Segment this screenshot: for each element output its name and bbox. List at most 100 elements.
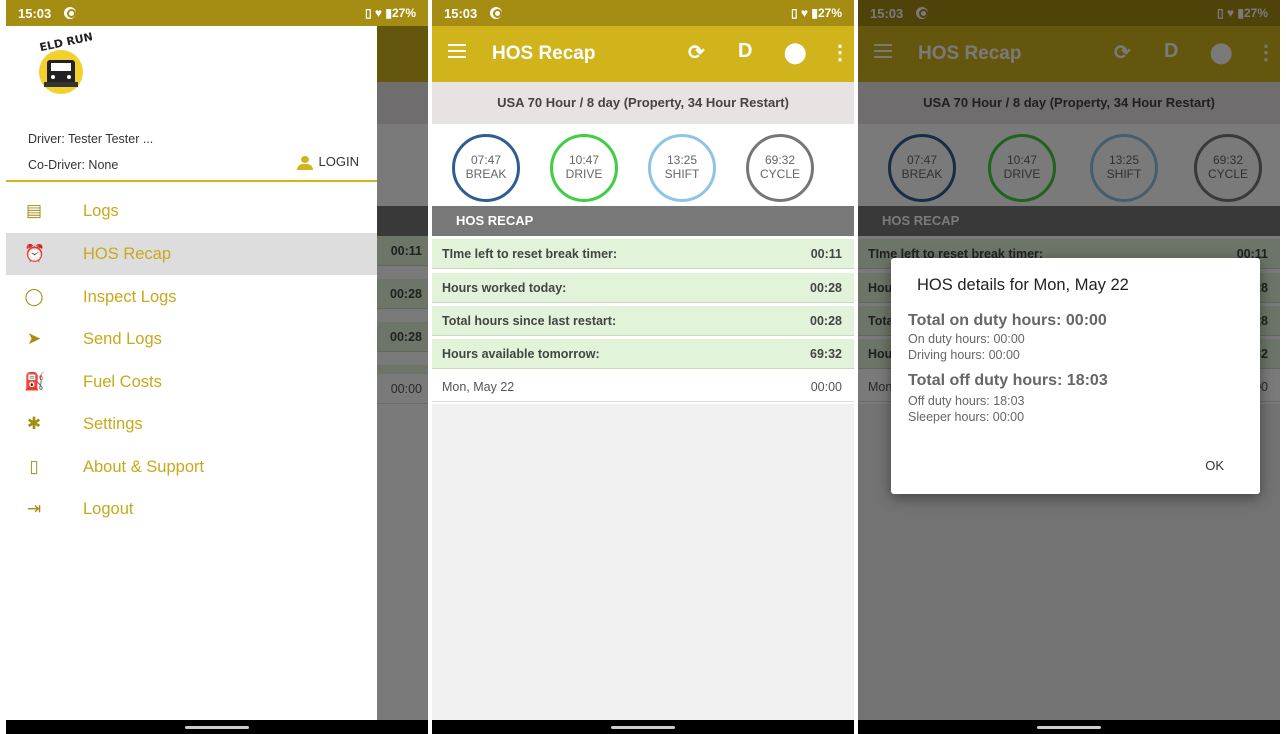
fuel-icon: ⛽ [24, 372, 46, 391]
ok-button[interactable]: OK [1205, 458, 1224, 473]
drive-clock: 10:47DRIVE [550, 134, 618, 202]
inspect-icon: ◯ [24, 287, 44, 306]
row-value: 69:32 [810, 347, 842, 361]
vibrate-icon: ▯ [790, 6, 798, 20]
home-handle[interactable] [1037, 726, 1101, 729]
send-icon: ➤ [26, 329, 42, 348]
person-icon [296, 155, 313, 170]
clock-label: DRIVE [565, 167, 603, 181]
dialog-title: HOS details for Mon, May 22 [917, 276, 1129, 294]
gesture-nav-bar [858, 720, 1280, 734]
drawer-item-label: Logout [83, 500, 134, 518]
gear-icon: ✱ [26, 414, 42, 433]
clock-value: 69:32 [764, 153, 796, 167]
phone-dialog-screen: 15:03 ▯ ♥ ▮27% HOS Recap ⟳ D ⬤ ⋮ USA 70 … [858, 0, 1280, 734]
navigation-drawer: ELD RUN Driver: Tester Tester ... Co-Dri… [6, 26, 377, 720]
wifi-icon: ♥ [374, 6, 383, 20]
table-row[interactable]: TIme left to reset break timer: 00:11 [432, 239, 854, 269]
break-clock: 07:47BREAK [452, 134, 520, 202]
off-duty-hours: Off duty hours: 18:03 [908, 394, 1025, 408]
drawer-item-label: Logs [83, 202, 119, 220]
app-bar: HOS Recap ⟳ D ⬤ ⋮ [432, 26, 854, 82]
clock-label: BREAK [465, 167, 507, 181]
list-icon: ▤ [25, 201, 43, 220]
login-label: LOGIN [318, 154, 359, 169]
status-bar: 15:03 ▯ ♥ ▮27% [432, 0, 854, 26]
scrim[interactable] [377, 0, 428, 720]
drawer-item-about-support[interactable]: ▯ About & Support [6, 446, 377, 488]
drawer-item-hos-recap[interactable]: ⏰ HOS Recap [6, 233, 377, 275]
driving-hours: Driving hours: 00:00 [908, 348, 1020, 362]
drawer-item-label: About & Support [83, 458, 205, 476]
sync-icon[interactable]: ⟳ [688, 40, 705, 65]
on-duty-hours: On duty hours: 00:00 [908, 332, 1025, 346]
status-right: ▯ ♥ ▮27% [791, 6, 842, 20]
drawer-item-logs[interactable]: ▤ Logs [6, 190, 377, 232]
battery-icon: ▮ [385, 6, 392, 20]
row-value: 00:11 [810, 247, 842, 261]
home-handle[interactable] [185, 726, 249, 729]
more-vert-icon[interactable]: ⋮ [830, 40, 850, 65]
cycle-clock: 69:32CYCLE [746, 134, 814, 202]
clock-value: 07:47 [470, 153, 502, 167]
table-row[interactable]: Hours worked today: 00:28 [432, 273, 854, 303]
drawer-item-label: Inspect Logs [83, 288, 177, 306]
wifi-icon: ♥ [800, 6, 809, 20]
total-on-duty: Total on duty hours: 00:00 [908, 312, 1107, 329]
logout-icon: ⇥ [26, 499, 42, 518]
gesture-nav-bar [6, 720, 428, 734]
parking-icon [64, 7, 76, 19]
drawer-item-settings[interactable]: ✱ Settings [6, 403, 377, 445]
drawer-item-label: HOS Recap [83, 245, 172, 263]
clock-label: SHIFT [664, 167, 700, 181]
login-button[interactable]: LOGIN [296, 154, 359, 170]
row-value: 00:28 [810, 314, 842, 328]
battery-icon: ▮ [811, 6, 818, 20]
day-row[interactable]: Mon, May 22 00:00 [432, 372, 854, 402]
drawer-divider [6, 180, 377, 182]
alarm-icon: ⏰ [24, 244, 46, 263]
drawer-item-fuel-costs[interactable]: ⛽ Fuel Costs [6, 361, 377, 403]
status-bar: 15:03 ▯ ♥ ▮27% [6, 0, 428, 26]
shift-clock: 13:25SHIFT [648, 134, 716, 202]
vibrate-icon: ▯ [364, 6, 372, 20]
row-value: 00:28 [810, 281, 842, 295]
drawer-item-send-logs[interactable]: ➤ Send Logs [6, 318, 377, 360]
gesture-nav-bar [432, 720, 854, 734]
row-value: 00:00 [810, 380, 842, 394]
clocks-panel: 07:47BREAK 10:47DRIVE 13:25SHIFT 69:32CY… [432, 124, 854, 206]
sleeper-hours: Sleeper hours: 00:00 [908, 410, 1025, 424]
table-row[interactable]: Total hours since last restart: 00:28 [432, 306, 854, 336]
clock-label: CYCLE [759, 167, 800, 181]
total-off-duty: Total off duty hours: 18:03 [908, 372, 1108, 389]
driver-name: Driver: Tester Tester ... [28, 132, 154, 146]
row-label: Mon, May 22 [442, 380, 515, 394]
row-label: TIme left to reset break timer: [442, 247, 618, 261]
duty-status-button[interactable]: D [738, 40, 752, 63]
status-right: ▯ ♥ ▮27% [365, 6, 416, 20]
phone-icon: ▯ [29, 457, 39, 476]
menu-icon[interactable] [448, 44, 466, 58]
status-time: 15:03 [18, 6, 52, 21]
eld-run-logo: ELD RUN [38, 30, 92, 94]
table-row[interactable]: Hours available tomorrow: 69:32 [432, 339, 854, 369]
location-pin-icon[interactable]: ⬤ [784, 40, 806, 65]
codriver-name: Co-Driver: None [28, 158, 119, 172]
row-label: Hours worked today: [442, 281, 567, 295]
row-label: Total hours since last restart: [442, 314, 617, 328]
drawer-item-label: Settings [83, 415, 143, 433]
drawer-item-inspect-logs[interactable]: ◯ Inspect Logs [6, 276, 377, 318]
battery-percent: 27% [817, 6, 842, 20]
ruleset-label: USA 70 Hour / 8 day (Property, 34 Hour R… [432, 82, 854, 124]
row-label: Hours available tomorrow: [442, 347, 600, 361]
empty-area [432, 404, 854, 720]
drawer-item-label: Send Logs [83, 330, 162, 348]
home-handle[interactable] [611, 726, 675, 729]
drawer-item-logout[interactable]: ⇥ Logout [6, 488, 377, 530]
battery-percent: 27% [391, 6, 416, 20]
drawer-item-label: Fuel Costs [83, 373, 162, 391]
phone-drawer-screen: 00:11 00:28 00:28 69:32 00:00 15:03 ▯ ♥ … [6, 0, 428, 734]
clock-value: 10:47 [568, 153, 600, 167]
section-header: HOS RECAP [432, 206, 854, 236]
parking-icon [490, 7, 502, 19]
